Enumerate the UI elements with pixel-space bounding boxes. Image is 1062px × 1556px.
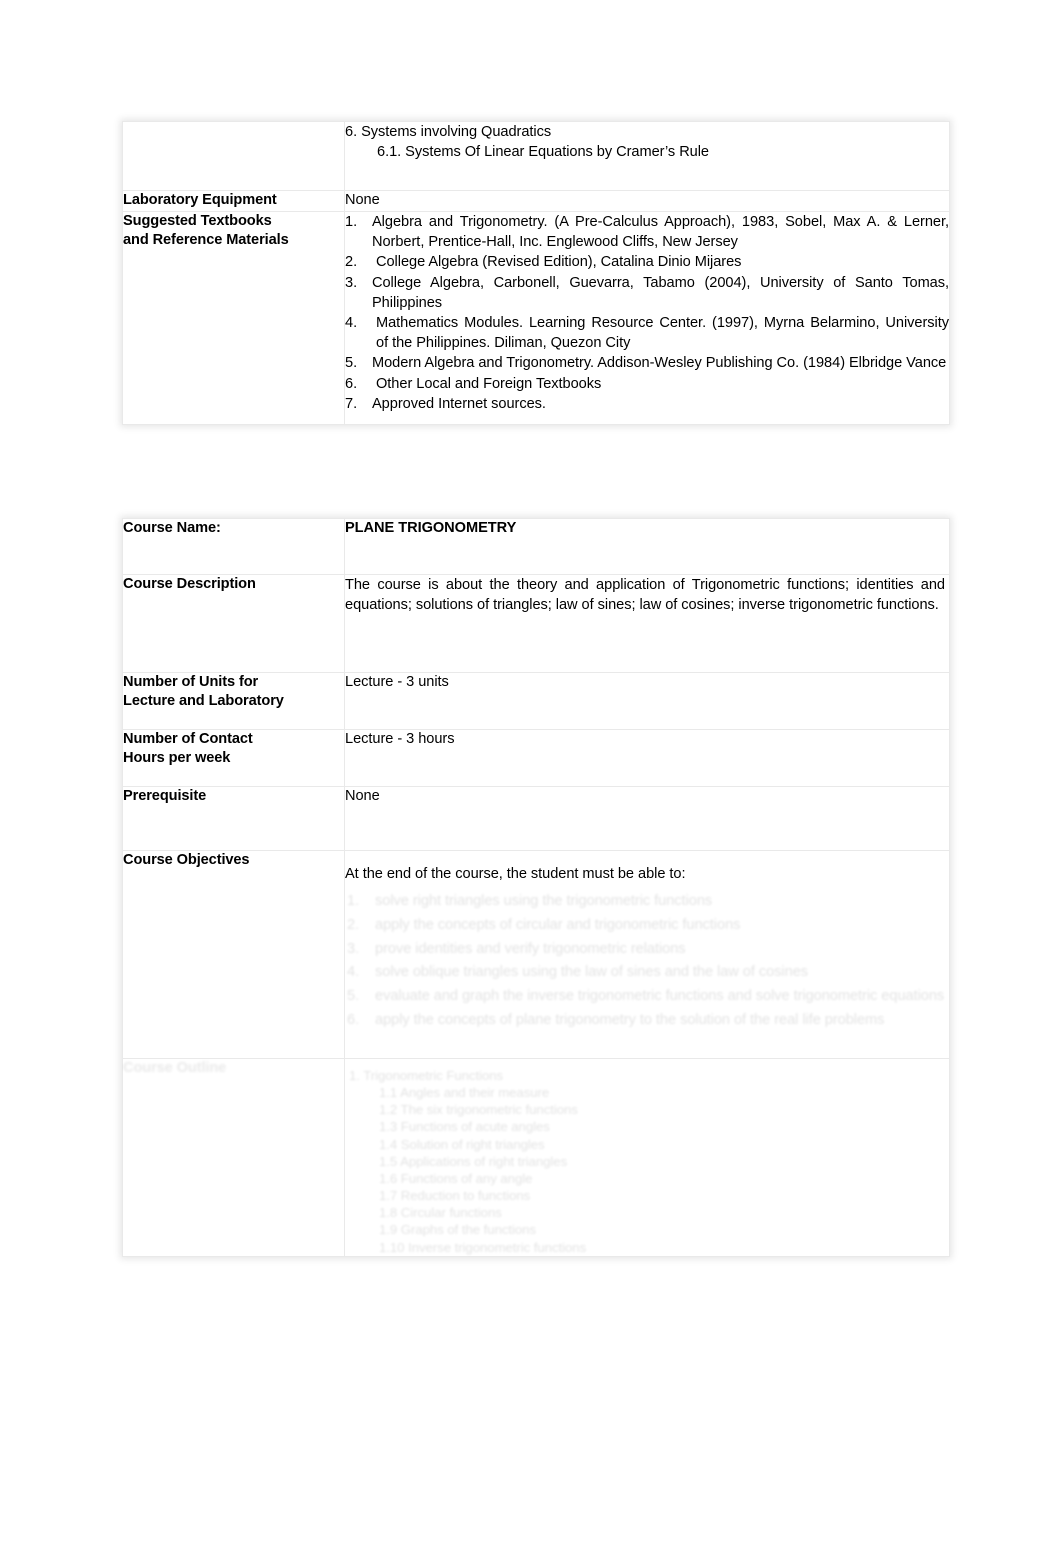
row-label-empty [122, 121, 345, 191]
outline-line: 1.7 Reduction to functions [379, 1188, 531, 1204]
list-item: 1. Algebra and Trigonometry. (A Pre-Calc… [345, 212, 949, 252]
outline-line: 1.3 Functions of acute angles [379, 1119, 550, 1135]
table-row: Prerequisite None [122, 786, 950, 851]
row-value-suggested-textbooks: 1. Algebra and Trigonometry. (A Pre-Calc… [344, 210, 950, 426]
list-item-text: Modern Algebra and Trigonometry. Addison… [372, 355, 947, 372]
list-item-text: College Algebra, Carbonell, Guevarra, Ta… [372, 274, 949, 311]
list-item-text: solve right triangles using the trigonom… [375, 893, 713, 910]
list-item: 2. College Algebra (Revised Edition), Ca… [345, 252, 949, 272]
list-item: 4. solve oblique triangles using the law… [345, 961, 949, 985]
list-item-number: 5. [347, 987, 360, 1004]
table-row: Course Objectives At the end of the cour… [122, 850, 950, 1059]
outline-line: 1.4 Solution of right triangles [379, 1136, 545, 1152]
table-row: Number of Units for Lecture and Laborato… [122, 672, 950, 730]
row-value-course-objectives: At the end of the course, the student mu… [344, 850, 950, 1059]
table-row: Course Description The course is about t… [122, 574, 950, 673]
label-line-1: Number of Contact [123, 731, 253, 747]
outline-line: 1.6 Functions of any angle [379, 1170, 533, 1186]
row-value-laboratory-equipment: None [344, 190, 950, 212]
outline-line-6: 6. Systems involving Quadratics [345, 124, 552, 140]
row-label-faded-text: Course Outline [123, 1060, 227, 1076]
table-row: Course Name: PLANE TRIGONOMETRY [122, 518, 950, 575]
label-line-2: and Reference Materials [123, 231, 289, 248]
list-item-text: Approved Internet sources. [372, 395, 546, 412]
list-item-number: 2. [345, 254, 358, 271]
list-item-number: 4. [345, 315, 358, 331]
list-item-text: Mathematics Modules. Learning Resource C… [376, 315, 949, 352]
list-item: 6. apply the concepts of plane trigonome… [345, 1009, 949, 1033]
row-label-contact-hours: Number of Contact Hours per week [122, 729, 345, 787]
list-item-text: Algebra and Trigonometry. (A Pre-Calculu… [372, 213, 949, 251]
course-objectives-faded-list: 1. solve right triangles using the trigo… [345, 890, 949, 1032]
row-label-prerequisite: Prerequisite [122, 786, 345, 851]
list-item: 5. Modern Algebra and Trigonometry. Addi… [345, 353, 949, 373]
list-item: 3. College Algebra, Carbonell, Guevarra,… [345, 273, 949, 313]
list-item: 2. apply the concepts of circular and tr… [345, 914, 949, 938]
row-label-course-objectives: Course Objectives [122, 850, 345, 1059]
document-page: 6. Systems involving Quadratics 6.1. Sys… [0, 0, 1062, 1556]
list-item-number: 3. [347, 940, 360, 957]
list-item-text: Other Local and Foreign Textbooks [376, 375, 602, 392]
list-item-number: 6. [345, 375, 358, 392]
list-item: 3. prove identities and verify trigonome… [345, 938, 949, 962]
list-item: 6. Other Local and Foreign Textbooks [345, 374, 949, 394]
syllabus-table-references: 6. Systems involving Quadratics 6.1. Sys… [122, 121, 950, 426]
list-item-number: 3. [345, 274, 358, 291]
row-value-prerequisite: None [344, 786, 950, 851]
row-value-number-of-units: Lecture - 3 units [344, 672, 950, 730]
list-item: 5. evaluate and graph the inverse trigon… [345, 985, 949, 1009]
row-label-course-name: Course Name: [122, 518, 345, 575]
course-name-value: PLANE TRIGONOMETRY [345, 520, 517, 536]
outline-line-6-1: 6.1. Systems Of Linear Equations by Cram… [377, 144, 710, 161]
row-value-contact-hours: Lecture - 3 hours [344, 729, 950, 787]
list-item-text: apply the concepts of plane trigonometry… [375, 1011, 885, 1028]
outline-line: 1.10 Inverse trigonometric functions [379, 1239, 587, 1255]
syllabus-table-course-info: Course Name: PLANE TRIGONOMETRY Course D… [122, 518, 950, 1257]
list-item-text: solve oblique triangles using the law of… [375, 964, 809, 981]
list-item-text: prove identities and verify trigonometri… [375, 940, 686, 957]
label-line-2: Hours per week [123, 749, 231, 766]
row-label-suggested-textbooks: Suggested Textbooks and Reference Materi… [122, 210, 345, 426]
course-description-text: The course is about the theory and appli… [345, 577, 945, 614]
list-item-number: 4. [347, 964, 360, 981]
list-item-number: 1. [345, 213, 358, 230]
table-row: Suggested Textbooks and Reference Materi… [122, 210, 950, 426]
row-value-course-description: The course is about the theory and appli… [344, 574, 950, 673]
list-item: 1. solve right triangles using the trigo… [345, 890, 949, 914]
row-label-number-of-units: Number of Units for Lecture and Laborato… [122, 672, 345, 730]
label-line-1: Suggested Textbooks [123, 212, 272, 229]
list-item: 4. Mathematics Modules. Learning Resourc… [345, 313, 949, 353]
list-item-text: College Algebra (Revised Edition), Catal… [376, 254, 742, 271]
outline-line: 1.8 Circular functions [379, 1205, 502, 1221]
row-label-faded: Course Outline [122, 1058, 345, 1257]
list-item-number: 6. [347, 1011, 360, 1028]
label-line-2: Lecture and Laboratory [123, 692, 284, 709]
outline-line: 1.1 Angles and their measure [379, 1085, 550, 1101]
list-item-number: 7. [345, 395, 358, 412]
list-item: 7. Approved Internet sources. [345, 394, 949, 414]
row-label-laboratory-equipment: Laboratory Equipment [122, 190, 345, 212]
course-objectives-intro: At the end of the course, the student mu… [345, 866, 686, 882]
row-value-course-name: PLANE TRIGONOMETRY [344, 518, 950, 575]
outline-line: 1. Trigonometric Functions [349, 1068, 504, 1083]
label-line-1: Number of Units for [123, 674, 259, 690]
table-row: Laboratory Equipment None [122, 190, 950, 212]
table-row: 6. Systems involving Quadratics 6.1. Sys… [122, 121, 950, 191]
row-value-faded: 1. Trigonometric Functions 1.1 Angles an… [344, 1058, 950, 1257]
list-item-number: 5. [345, 355, 358, 372]
table-row: Number of Contact Hours per week Lecture… [122, 729, 950, 787]
list-item-text: evaluate and graph the inverse trigonome… [375, 987, 945, 1004]
list-item-number: 2. [347, 917, 360, 934]
row-value-topic-outline: 6. Systems involving Quadratics 6.1. Sys… [344, 121, 950, 191]
row-label-course-description: Course Description [122, 574, 345, 673]
course-outline-faded: 1. Trigonometric Functions 1.1 Angles an… [345, 1067, 949, 1256]
outline-line: 1.9 Graphs of the functions [379, 1222, 536, 1238]
list-item-number: 1. [347, 893, 360, 910]
list-item-text: apply the concepts of circular and trigo… [375, 917, 741, 934]
table-row: Course Outline 1. Trigonometric Function… [122, 1058, 950, 1257]
outline-line: 1.2 The six trigonometric functions [379, 1102, 578, 1118]
reference-list: 1. Algebra and Trigonometry. (A Pre-Calc… [345, 212, 949, 414]
outline-line: 1.5 Applications of right triangles [379, 1153, 568, 1169]
